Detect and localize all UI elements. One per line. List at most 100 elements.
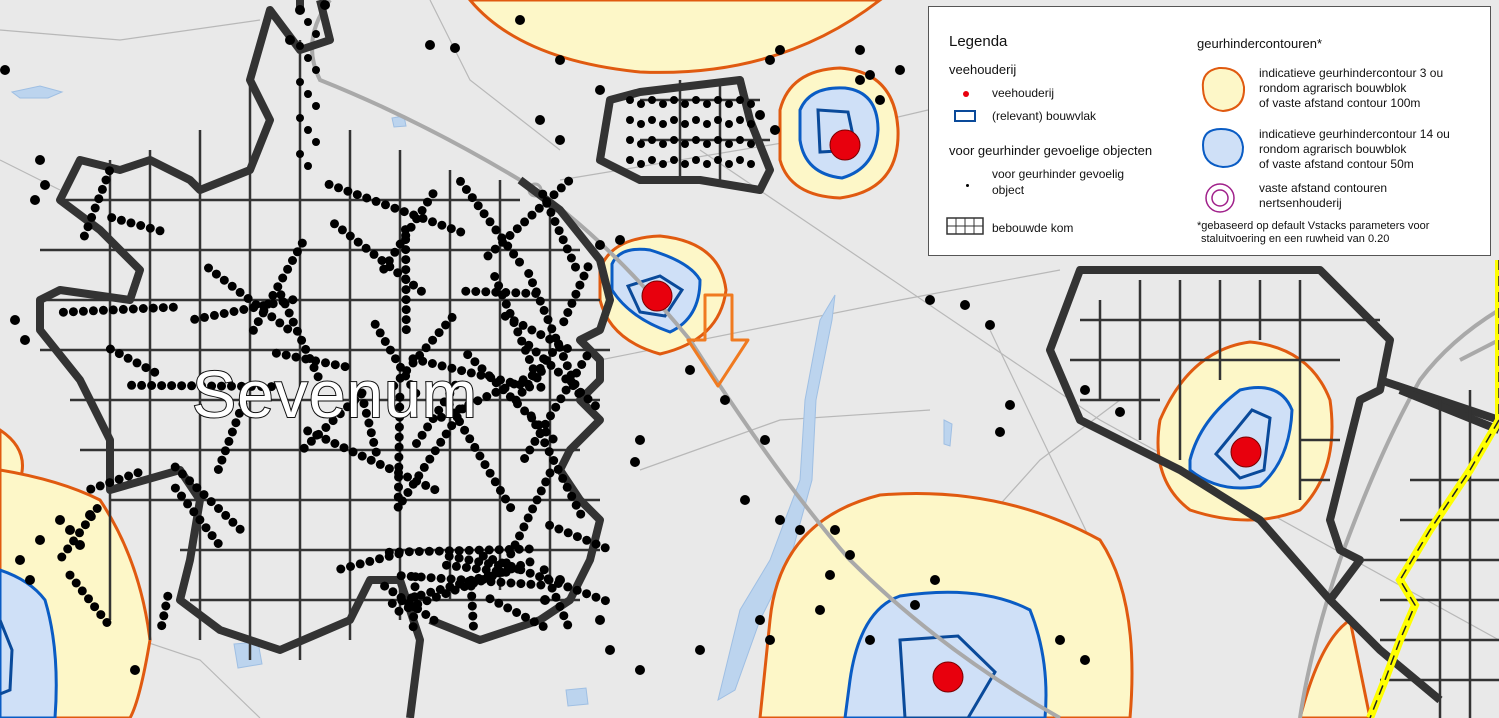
sensitive-object-dot (65, 525, 75, 535)
sensitive-object-dot (747, 120, 755, 128)
sensitive-object-dot (301, 344, 311, 354)
sensitive-object-dot (312, 138, 320, 146)
sensitive-object-dot (577, 360, 587, 369)
sensitive-object-dot (553, 464, 563, 474)
livestock-farm-marker[interactable] (641, 280, 673, 312)
sensitive-object-dot (474, 573, 484, 583)
sensitive-object-dot (528, 278, 537, 288)
livestock-farm-marker[interactable] (1230, 436, 1262, 468)
sensitive-object-dot (454, 546, 464, 556)
sensitive-object-dot (517, 387, 527, 397)
sensitive-object-dot (551, 402, 561, 412)
sensitive-object-dot (434, 328, 444, 338)
sensitive-object-dot (483, 251, 493, 261)
sensitive-object-dot (600, 543, 610, 553)
sensitive-object-dot (532, 495, 542, 505)
sensitive-object-dot (167, 381, 177, 391)
sensitive-object-dot (304, 90, 312, 98)
sensitive-object-dot (78, 306, 88, 316)
sensitive-object-dot (540, 438, 550, 448)
sensitive-object-dot (102, 618, 112, 627)
sensitive-object-dot (404, 547, 414, 557)
sensitive-object-dot (304, 162, 312, 170)
sensitive-object-dot (273, 282, 283, 292)
sensitive-object-dot (576, 509, 586, 519)
sensitive-object-dot (417, 430, 427, 440)
sensitive-object-dot (562, 344, 572, 353)
sensitive-object-dot (514, 544, 524, 554)
sensitive-object-dot (725, 100, 733, 108)
sensitive-object-dot (659, 100, 667, 108)
mink-contour-icon (1205, 183, 1235, 213)
sensitive-object-dot (85, 510, 95, 520)
sensitive-object-dot (446, 574, 456, 584)
legend-panel: Legenda veehouderij veehouderij (relevan… (928, 6, 1491, 256)
sensitive-object-dot (380, 581, 390, 591)
sensitive-object-dot (535, 296, 545, 306)
sensitive-object-dot (482, 392, 492, 401)
sensitive-object-dot (476, 370, 486, 380)
sensitive-object-dot (155, 226, 165, 236)
sensitive-object-dot (648, 136, 656, 144)
sensitive-object-dot (371, 447, 381, 457)
sensitive-object-dot (105, 344, 115, 354)
sensitive-object-dot (150, 367, 160, 377)
sensitive-object-dot (267, 312, 277, 322)
sensitive-object-dot (297, 335, 307, 345)
sensitive-object-dot (285, 35, 295, 45)
sensitive-object-dot (528, 504, 538, 514)
sensitive-object-dot (558, 473, 568, 483)
sensitive-object-dot (703, 140, 711, 148)
sensitive-object-dot (467, 193, 477, 203)
contour-14-icon (1201, 127, 1245, 169)
sensitive-object-dot (403, 488, 413, 497)
sensitive-object-dot (475, 451, 485, 461)
sensitive-object-dot (15, 555, 25, 565)
sensitive-object-dot (201, 523, 211, 533)
sensitive-object-dot (220, 446, 230, 456)
sensitive-object-dot (414, 547, 424, 556)
sensitive-object-dot (163, 591, 173, 601)
sensitive-object-dot (542, 197, 552, 206)
sensitive-object-dot (441, 320, 451, 330)
sensitive-object-dot (84, 594, 93, 604)
sensitive-object-dot (409, 280, 418, 290)
legend-mink-line1: vaste afstand contouren (1259, 181, 1388, 195)
sensitive-object-dot (108, 305, 118, 315)
sensitive-object-dot (229, 307, 239, 316)
sensitive-object-dot (79, 231, 89, 241)
sensitive-object-dot (531, 420, 541, 430)
livestock-farm-marker[interactable] (829, 129, 861, 161)
sensitive-object-dot (200, 312, 209, 322)
sensitive-object-dot (501, 299, 511, 309)
sensitive-object-dot (480, 460, 490, 470)
sensitive-object-dot (416, 572, 426, 582)
sensitive-object-dot (159, 611, 169, 621)
sensitive-object-dot (491, 225, 501, 235)
sensitive-object-dot (521, 288, 531, 298)
sensitive-object-dot (555, 55, 565, 65)
sensitive-object-dot (714, 156, 722, 164)
sensitive-object-dot (855, 45, 865, 55)
sensitive-object-dot (430, 446, 440, 456)
legend-item-building-plot: (relevant) bouwvlak (992, 109, 1097, 123)
sensitive-object-dot (168, 302, 178, 312)
sensitive-object-dot (505, 392, 515, 402)
sensitive-object-dot (524, 544, 534, 554)
sensitive-object-dot (425, 454, 435, 464)
legend-item-sensitive-line1: voor geurhinder gevoelig (992, 167, 1125, 181)
sensitive-object-dot (559, 317, 569, 327)
sensitive-object-dot (390, 203, 400, 213)
livestock-farm-marker[interactable] (932, 661, 964, 693)
sensitive-object-dot (481, 287, 491, 297)
sensitive-object-dot (545, 468, 555, 478)
sensitive-object-dot (96, 610, 106, 620)
sensitive-object-dot (554, 524, 564, 534)
sensitive-object-dot (572, 368, 581, 378)
sensitive-object-dot (681, 160, 689, 168)
sensitive-object-dot (213, 465, 223, 474)
sensitive-object-dot (540, 419, 550, 429)
sensitive-object-icon (966, 184, 969, 187)
sensitive-object-dot (98, 305, 108, 315)
sensitive-object-dot (401, 225, 410, 235)
